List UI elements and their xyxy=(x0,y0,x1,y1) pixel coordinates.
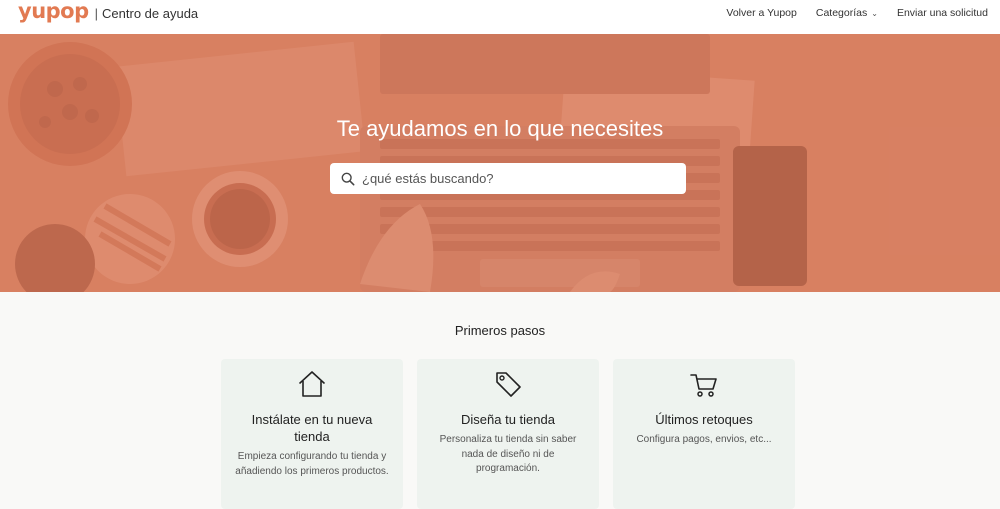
card-description: Personaliza tu tienda sin saber nada de … xyxy=(439,434,577,474)
submit-request-link[interactable]: Enviar una solicitud xyxy=(897,7,988,19)
top-nav: Volver a Yupop Categorías ⌄ Enviar una so… xyxy=(726,0,988,26)
card-final-touches[interactable]: Últimos retoques Configura pagos, envios… xyxy=(613,359,795,509)
brand[interactable]: yupop Centro de ayuda xyxy=(18,0,198,26)
card-install-store[interactable]: Instálate en tu nueva tienda Empieza con… xyxy=(221,359,403,509)
yupop-logo[interactable]: yupop xyxy=(18,0,89,22)
back-to-yupop-link[interactable]: Volver a Yupop xyxy=(726,7,796,19)
tag-icon xyxy=(496,372,521,397)
card-design-store[interactable]: Diseña tu tienda Personaliza tu tienda s… xyxy=(417,359,599,509)
search-box[interactable] xyxy=(330,163,686,194)
search-input[interactable] xyxy=(362,171,682,186)
card-description: Empieza configurando tu tienda y añadien… xyxy=(235,451,389,477)
card-title: Últimos retoques xyxy=(655,412,753,427)
shopping-cart-icon xyxy=(690,374,717,397)
search-icon xyxy=(341,172,355,185)
categories-dropdown[interactable]: Categorías ⌄ xyxy=(816,7,878,19)
brand-subtitle[interactable]: Centro de ayuda xyxy=(95,6,198,21)
card-title: Instálate en tu nueva tienda xyxy=(251,412,373,444)
home-icon xyxy=(299,371,325,397)
card-description: Configura pagos, envios, etc... xyxy=(636,434,772,445)
site-header: yupop Centro de ayuda Volver a Yupop Cat… xyxy=(0,0,1000,34)
chevron-down-icon: ⌄ xyxy=(871,9,878,18)
hero-banner: Te ayudamos en lo que necesites xyxy=(0,34,1000,292)
section-title: Primeros pasos xyxy=(454,323,546,338)
categories-label: Categorías xyxy=(815,7,868,19)
hero-title: Te ayudamos en lo que necesites xyxy=(336,116,664,141)
card-title: Diseña tu tienda xyxy=(461,412,555,427)
